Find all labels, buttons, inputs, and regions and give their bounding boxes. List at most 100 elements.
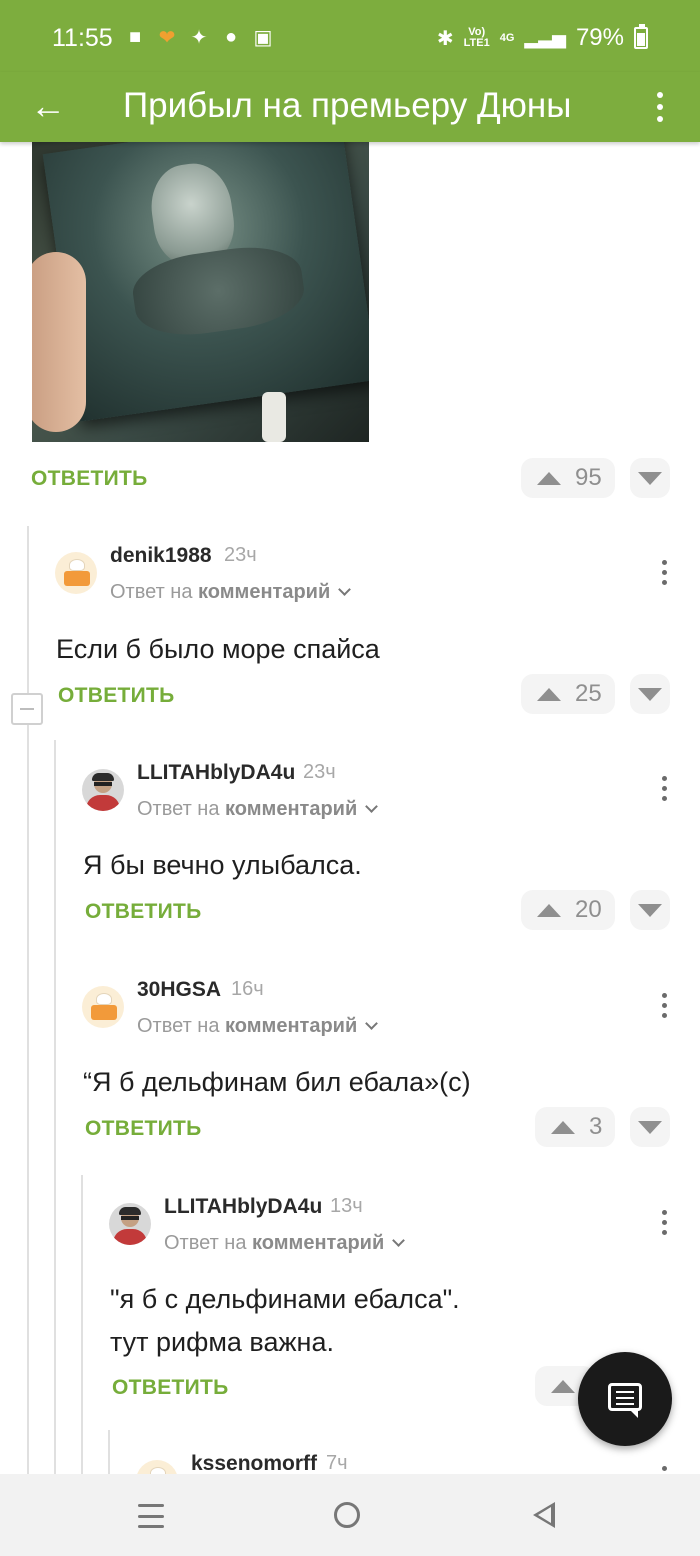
comment-username[interactable]: LLITAHblyDA4u <box>137 761 295 785</box>
comment-downvote-button[interactable] <box>630 890 670 930</box>
sleeve-scarf <box>128 239 309 343</box>
reply-prefix: Ответ на <box>137 798 220 820</box>
thread-line-level1 <box>27 526 29 1474</box>
comment-time: 7ч <box>326 1452 348 1474</box>
reply-target: комментарий <box>225 798 358 820</box>
avatar[interactable] <box>55 552 97 594</box>
avatar[interactable] <box>109 1203 151 1245</box>
reply-to-link[interactable]: Ответ на комментарий <box>137 1015 379 1038</box>
upvote-icon <box>537 903 561 917</box>
comment-downvote-button[interactable] <box>630 1107 670 1147</box>
cake-top <box>150 1467 166 1474</box>
volte-indicator: Vo) LTE1 <box>464 27 490 49</box>
ph-cap <box>119 1207 141 1215</box>
upvote-icon <box>537 687 561 701</box>
comment-time: 23ч <box>303 761 336 783</box>
comment-menu-icon[interactable] <box>654 770 674 806</box>
toolbar: ← Прибыл на премьеру Дюны <box>0 72 700 142</box>
downvote-icon <box>638 471 662 485</box>
ph-body <box>86 795 120 811</box>
comment-text: Если б было море спайса <box>56 634 380 664</box>
comment-username[interactable]: 30HGSA <box>137 978 221 1002</box>
comment-reply-button[interactable]: ОТВЕТИТЬ <box>85 1117 202 1141</box>
comment-reply-button[interactable]: ОТВЕТИТЬ <box>112 1376 229 1400</box>
avatar[interactable] <box>82 769 124 811</box>
comment-menu-icon[interactable] <box>654 987 674 1023</box>
vote-count: 3 <box>589 1113 603 1140</box>
comment-reply-button[interactable]: ОТВЕТИТЬ <box>85 900 202 924</box>
network-type: 4G <box>499 31 515 44</box>
upvote-icon <box>537 471 561 485</box>
avatar[interactable] <box>82 986 124 1028</box>
battery-percent: 79% <box>575 24 624 51</box>
overflow-menu-icon[interactable] <box>642 82 678 132</box>
comment-upvote-button[interactable]: 3 <box>535 1107 615 1147</box>
comment-upvote-button[interactable]: 20 <box>521 890 615 930</box>
back-triangle-icon[interactable] <box>533 1502 555 1528</box>
hand <box>32 252 86 432</box>
comment-username[interactable]: kssenomorff <box>191 1452 317 1474</box>
lte-label: LTE1 <box>463 37 490 49</box>
vinyl-sleeve <box>42 142 369 422</box>
comment-upvote-button[interactable]: 25 <box>521 674 615 714</box>
ph-cap <box>92 773 114 781</box>
cake-body <box>91 1005 117 1020</box>
reply-prefix: Ответ на <box>164 1232 247 1254</box>
comment-reply-button[interactable]: ОТВЕТИТЬ <box>58 684 175 708</box>
comment-username[interactable]: LLITAHblyDA4u <box>164 1195 322 1219</box>
reply-to-link[interactable]: Ответ на комментарий <box>110 581 352 604</box>
calendar-icon: ▣ <box>253 26 273 49</box>
comments-feed[interactable]: ОТВЕТИТЬ 95 denik1988 23ч Ответ на комме… <box>0 142 700 1474</box>
upvote-icon <box>551 1379 575 1393</box>
reply-prefix: Ответ на <box>110 581 193 603</box>
downvote-icon <box>638 687 662 701</box>
fab-tail <box>630 1410 638 1418</box>
post-downvote-button[interactable] <box>630 458 670 498</box>
notification-icons: ■ ❤ ✦ ● ▣ <box>124 25 274 49</box>
reply-target: комментарий <box>198 581 331 603</box>
bluetooth-icon: ✱ <box>436 27 454 50</box>
location-icon: ● <box>224 25 238 48</box>
chevron-down-icon <box>338 583 352 596</box>
reply-target: комментарий <box>252 1232 385 1254</box>
downvote-icon <box>638 903 662 917</box>
chevron-down-icon <box>392 1234 406 1247</box>
ph-glasses <box>121 1216 139 1220</box>
post-image[interactable] <box>32 142 369 442</box>
reply-target: комментарий <box>225 1015 358 1037</box>
thread-line-level2 <box>54 740 56 1474</box>
post-upvote-button[interactable]: 95 <box>521 458 615 498</box>
upvote-icon <box>551 1120 575 1134</box>
activity-icon: ✦ <box>190 26 208 49</box>
cake-body <box>64 571 90 586</box>
comment-menu-icon[interactable] <box>654 554 674 590</box>
comment-downvote-button[interactable] <box>630 674 670 714</box>
recent-apps-icon[interactable] <box>138 1504 164 1528</box>
post-reply-button[interactable]: ОТВЕТИТЬ <box>31 467 148 491</box>
reply-to-link[interactable]: Ответ на комментарий <box>137 798 379 821</box>
ph-body <box>113 1229 147 1245</box>
comment-fab-button[interactable] <box>578 1352 672 1446</box>
vote-count: 95 <box>575 464 602 491</box>
avatar[interactable] <box>136 1460 178 1474</box>
home-icon[interactable] <box>334 1502 360 1528</box>
vote-count: 20 <box>575 896 602 923</box>
comment-text: Я бы вечно улыбалса. <box>83 850 362 880</box>
comment-menu-icon[interactable] <box>654 1204 674 1240</box>
reply-to-link[interactable]: Ответ на комментарий <box>164 1232 406 1255</box>
downvote-icon <box>638 1120 662 1134</box>
status-right: ✱ Vo) LTE1 4G ▂▃▅ 79% <box>437 24 648 52</box>
back-arrow-icon[interactable]: ← <box>30 84 70 128</box>
thread-line-level3 <box>81 1175 83 1474</box>
comment-menu-icon[interactable] <box>654 1460 674 1474</box>
comment-text-line: "я б с дельфинами ебалса". <box>110 1284 460 1314</box>
chevron-down-icon <box>365 1017 379 1030</box>
chat-bubble-icon <box>608 1383 642 1411</box>
signal-icon: ▂▃▅ <box>524 27 566 48</box>
cake-top <box>69 559 85 571</box>
comment-username[interactable]: denik1988 <box>110 544 212 568</box>
collapse-thread-button[interactable] <box>11 693 43 725</box>
status-bar: 11:55 ■ ❤ ✦ ● ▣ ✱ Vo) LTE1 4G ▂▃▅ 79% <box>0 0 700 72</box>
status-time: 11:55 <box>52 24 113 52</box>
thread-line-level4 <box>108 1430 110 1474</box>
